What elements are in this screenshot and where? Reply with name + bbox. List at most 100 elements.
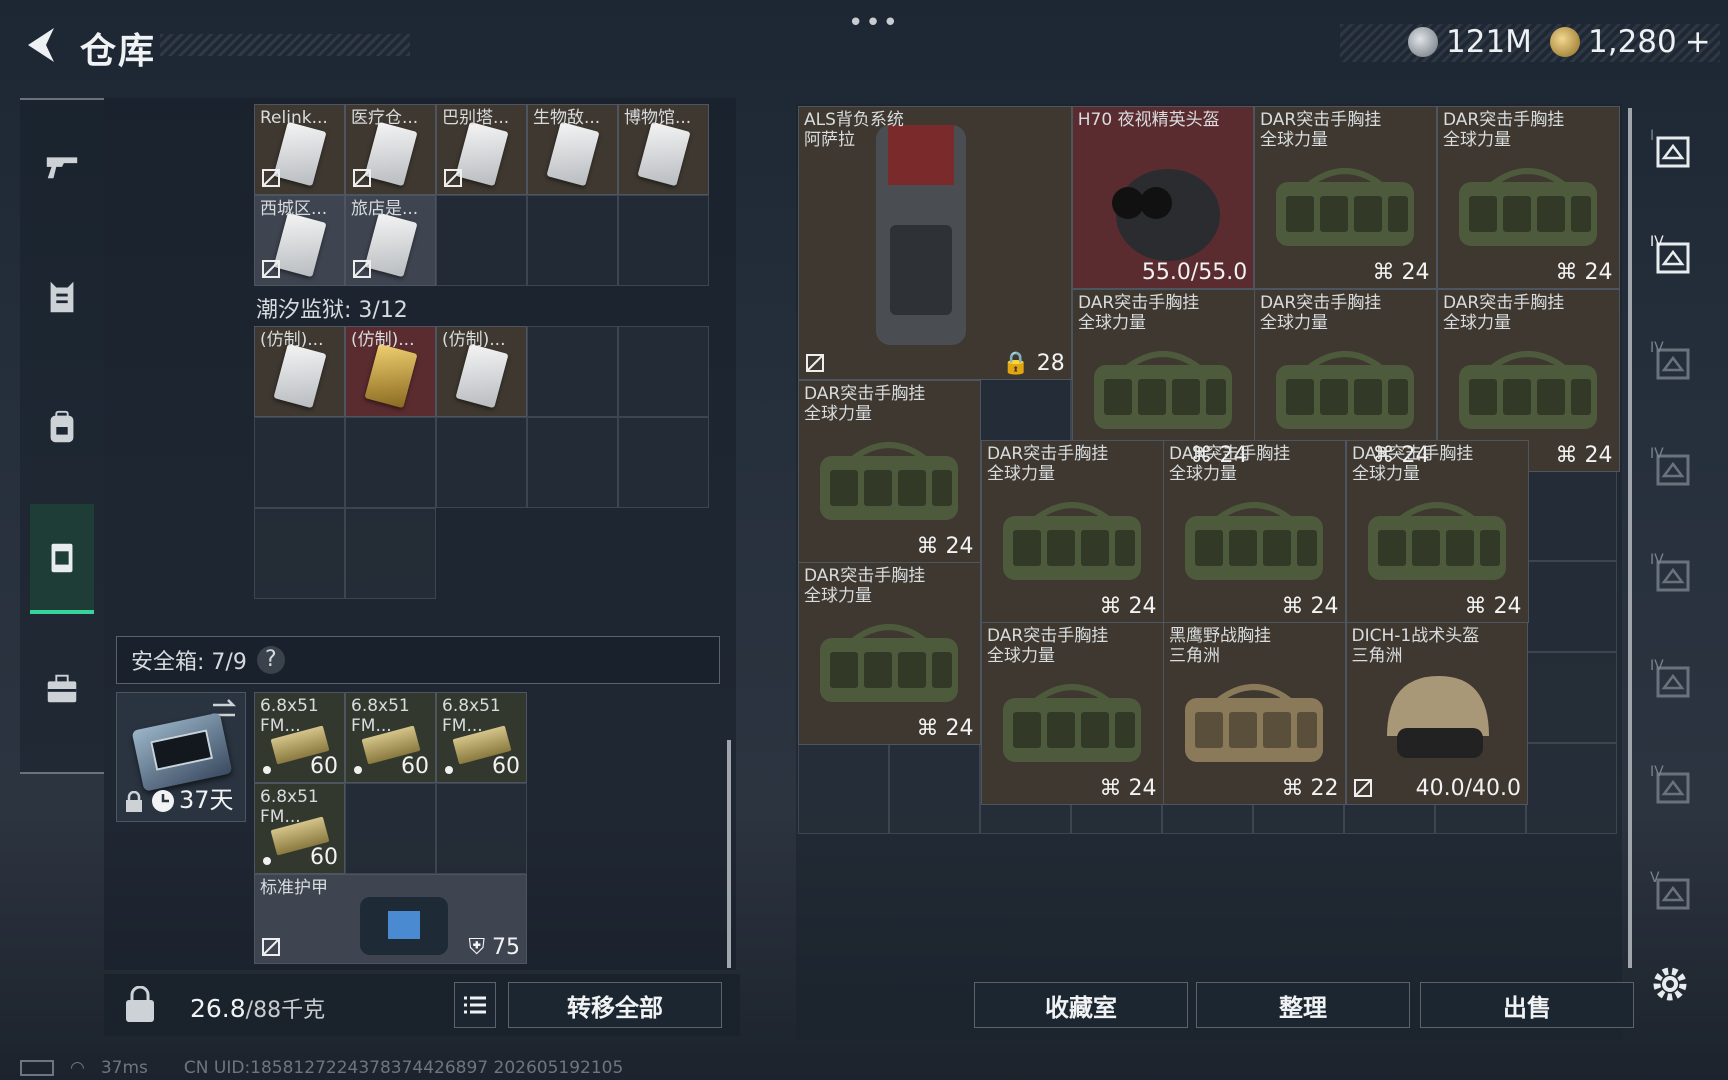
item-value: ⌘ 22 [1281,775,1339,801]
item-name: DAR突击手胸挂 全球力量 [1169,444,1291,484]
key-card[interactable]: 旅店是... [345,195,436,286]
grid-cell[interactable] [618,417,709,508]
item-value: ⌘ 24 [1099,593,1157,619]
ammo-count: 60 [401,754,429,779]
add-currency-button[interactable]: + [1685,24,1711,60]
chest-rig-item[interactable]: DAR突击手胸挂 全球力量 ⌘ 24 [1163,440,1346,623]
grid-cell[interactable] [254,508,345,599]
side-tab-4[interactable]: IV [1650,552,1694,596]
grid-cell[interactable] [1526,652,1617,743]
item-name: 6.8x51 FM... [442,696,501,736]
backpack-item[interactable]: ALS背负系统 阿萨拉 🔒 28 [798,106,1072,380]
grid-cell[interactable] [1526,470,1617,561]
item-name: DAR突击手胸挂 全球力量 [804,384,926,424]
armor-item[interactable]: 标准护甲 ⛨ 75 [254,874,527,964]
ammo-item[interactable]: 6.8x51 FM... 60 [436,692,527,783]
grid-cell[interactable] [527,417,618,508]
keycard-icon [272,343,327,409]
item-name: DAR突击手胸挂 全球力量 [987,444,1109,484]
grid-cell[interactable] [618,195,709,286]
grid-cell[interactable] [345,508,436,599]
chest-rig-item[interactable]: DAR突击手胸挂 全球力量 ⌘ 24 [981,622,1164,805]
chest-rig-item[interactable]: DAR突击手胸挂 全球力量 ⌘ 24 [798,562,981,745]
chest-rig-item[interactable]: DAR突击手胸挂 全球力量 ⌘ 24 [1346,440,1529,623]
back-arrow-icon[interactable] [20,24,60,66]
nav-armor[interactable] [30,242,94,352]
side-tab-2[interactable]: IV [1650,340,1694,384]
ammo-dot [263,857,271,865]
item-value: ⌘ 24 [1099,775,1157,801]
side-tab-0[interactable]: I [1650,128,1694,172]
chest-rig-icon [1179,496,1329,596]
chest-rig-item[interactable]: DAR突击手胸挂 全球力量 ⌘ 24 [1437,106,1620,289]
ammo-item[interactable]: 6.8x51 FM... 60 [254,783,345,874]
side-tab-1[interactable]: IV [1650,234,1694,278]
list-view-button[interactable] [454,982,496,1028]
ammo-item[interactable]: 6.8x51 FM... 60 [345,692,436,783]
key-card[interactable]: 医疗仓... [345,104,436,195]
grid-cell[interactable] [618,326,709,417]
key-card[interactable]: 西城区... [254,195,345,286]
key-card-copy[interactable]: (仿制)... [254,326,345,417]
nav-weapons[interactable] [30,110,94,220]
key-card[interactable]: 生物敌... [527,104,618,195]
grid-cell[interactable] [254,417,345,508]
no-durability-icon [443,168,463,188]
chest-rig-icon [1453,162,1603,262]
key-grid: Relink... 医疗仓... 巴别塔... 生物敌... 博物馆... 西城区... 旅… [254,104,714,604]
chest-rig-item[interactable]: DAR突击手胸挂 全球力量 ⌘ 24 [798,380,981,563]
chest-rig-icon [1453,345,1603,445]
grid-cell[interactable] [436,783,527,874]
nav-briefcase[interactable] [30,634,94,744]
chest-rig-item[interactable]: DAR突击手胸挂 全球力量 ⌘ 24 [1254,106,1437,289]
grid-cell[interactable] [1526,561,1617,652]
briefcase-icon [47,674,77,703]
weight-max: /88千克 [245,998,326,1023]
grid-cell[interactable] [798,743,889,834]
item-value: ⌘ 24 [1372,259,1430,285]
silver-currency[interactable]: 121M [1408,24,1532,60]
side-tab-3[interactable]: IV [1650,446,1694,490]
more-menu-icon[interactable]: ••• [848,8,900,38]
key-card[interactable]: Relink... [254,104,345,195]
help-icon[interactable]: ? [256,646,285,674]
side-tab-7[interactable]: V [1650,870,1694,914]
sort-button[interactable]: 整理 [1196,982,1410,1028]
grid-cell[interactable] [527,326,618,417]
ammo-item[interactable]: 6.8x51 FM... 60 [254,692,345,783]
stash-scrollbar[interactable] [1628,108,1632,968]
settings-gear-icon[interactable] [1650,964,1690,1004]
grid-cell[interactable] [889,743,980,834]
collection-button[interactable]: 收藏室 [974,982,1188,1028]
gold-coin-icon [1550,27,1580,57]
key-card[interactable]: 巴别塔... [436,104,527,195]
no-durability-icon [805,353,825,373]
grid-cell[interactable] [345,417,436,508]
tactical-helmet-item[interactable]: DICH-1战术头盔 三角洲 40.0/40.0 [1345,622,1528,805]
time-remaining: 37天 [179,786,234,814]
field-rig-item[interactable]: 黑鹰野战胸挂 三角洲 ⌘ 22 [1163,622,1346,805]
key-card-copy[interactable]: (仿制)... [345,326,436,417]
chest-rig-item[interactable]: DAR突击手胸挂 全球力量 ⌘ 24 [981,440,1164,623]
grid-cell[interactable] [527,195,618,286]
transfer-all-button[interactable]: 转移全部 [508,982,722,1028]
nav-backpack[interactable] [30,372,94,482]
sell-button[interactable]: 出售 [1420,982,1634,1028]
gold-currency[interactable]: 1,280 + [1550,24,1711,60]
lock-icon [126,791,142,812]
grid-cell[interactable] [436,195,527,286]
key-card-copy[interactable]: (仿制)... [436,326,527,417]
side-tab-6[interactable]: IV [1650,764,1694,808]
key-card[interactable]: 博物馆... [618,104,709,195]
safebox-item[interactable]: 37天 [116,692,246,822]
section-label: 潮汐监狱: 3/12 [256,298,408,323]
nvg-helmet-item[interactable]: H70 夜视精英头盔 55.0/55.0 [1071,106,1255,289]
left-scrollbar[interactable] [727,740,731,968]
grid-cell[interactable] [345,783,436,874]
side-tab-5[interactable]: IV [1650,658,1694,702]
grid-cell[interactable] [1526,743,1617,834]
nav-container[interactable] [30,504,94,614]
item-value: ⌘ 24 [1464,593,1522,619]
item-name: 西城区... [260,199,328,219]
grid-cell[interactable] [436,417,527,508]
